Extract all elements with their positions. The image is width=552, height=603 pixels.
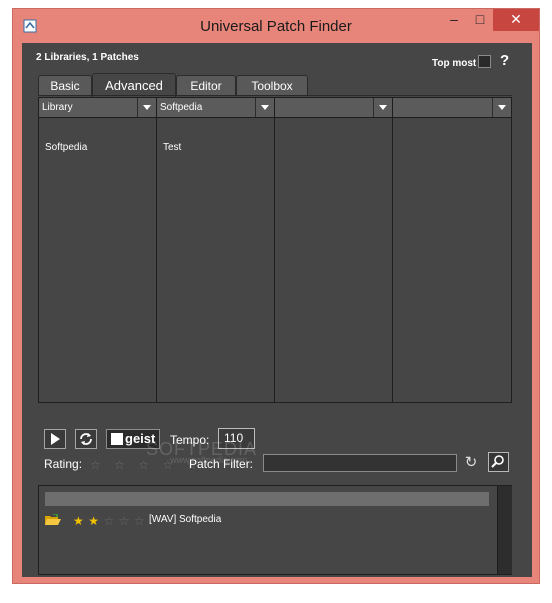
tab-divider <box>38 95 512 96</box>
topmost-checkbox[interactable] <box>478 55 491 68</box>
chevron-down-icon <box>379 105 387 110</box>
star-icon[interactable]: ☆ <box>138 458 149 472</box>
client-area: 2 Libraries, 1 Patches Top most ? Basic … <box>22 43 532 577</box>
close-button[interactable]: ✕ <box>493 9 539 31</box>
column-library: Library Softpedia <box>39 98 157 402</box>
dropdown-button[interactable] <box>492 98 511 117</box>
star-filled-icon: ★ <box>73 514 84 528</box>
tab-editor[interactable]: Editor <box>176 75 236 95</box>
column-header-category[interactable]: Softpedia <box>157 98 274 118</box>
list-item[interactable]: Test <box>163 142 181 153</box>
star-filled-icon: ★ <box>88 514 99 528</box>
tab-toolbox[interactable]: Toolbox <box>236 75 308 95</box>
title-bar[interactable]: Universal Patch Finder – □ ✕ <box>13 9 539 43</box>
search-button[interactable] <box>488 452 509 472</box>
column-category: Softpedia Test <box>157 98 275 402</box>
list-item[interactable]: ★ ★ ☆ ☆ ☆ [WAV] Softpedia <box>39 508 495 528</box>
column-4 <box>393 98 511 402</box>
star-icon[interactable]: ☆ <box>162 458 173 472</box>
result-rating[interactable]: ★ ★ ☆ ☆ ☆ <box>73 512 145 530</box>
tab-advanced[interactable]: Advanced <box>92 73 176 97</box>
chevron-down-icon <box>261 105 269 110</box>
minimize-button[interactable]: – <box>441 9 467 31</box>
search-icon <box>491 455 504 468</box>
maximize-button[interactable]: □ <box>467 9 493 31</box>
topmost-label: Top most <box>432 58 477 69</box>
dropdown-button[interactable] <box>373 98 392 117</box>
column-header-label: Library <box>42 102 73 113</box>
list-item[interactable]: Softpedia <box>45 142 87 153</box>
scrollbar[interactable] <box>497 486 512 574</box>
patch-filter-label: Patch Filter: <box>189 457 254 471</box>
loop-button[interactable] <box>75 429 97 449</box>
star-icon[interactable]: ☆ <box>114 458 125 472</box>
patch-filter-input[interactable] <box>263 454 457 472</box>
column-header-4[interactable] <box>393 98 511 118</box>
star-empty-icon: ☆ <box>118 514 130 528</box>
folder-open-icon <box>45 514 61 525</box>
result-label: [WAV] Softpedia <box>149 514 222 525</box>
results-header-bar <box>45 492 489 506</box>
play-button[interactable] <box>44 429 66 449</box>
loop-icon <box>80 433 92 445</box>
chevron-down-icon <box>143 105 151 110</box>
refresh-icon[interactable]: ↻ <box>463 454 479 472</box>
library-status: 2 Libraries, 1 Patches <box>36 52 139 63</box>
dropdown-button[interactable] <box>137 98 156 117</box>
column-3 <box>275 98 393 402</box>
column-header-3[interactable] <box>275 98 392 118</box>
app-window: Universal Patch Finder – □ ✕ 2 Libraries… <box>12 8 540 584</box>
geist-logo-mark <box>111 433 123 445</box>
dropdown-button[interactable] <box>255 98 274 117</box>
tab-basic[interactable]: Basic <box>38 75 92 95</box>
help-button[interactable]: ? <box>500 52 509 69</box>
chevron-down-icon <box>498 105 506 110</box>
column-header-label: Softpedia <box>160 102 203 113</box>
star-empty-icon: ☆ <box>133 514 145 528</box>
results-list: ★ ★ ☆ ☆ ☆ [WAV] Softpedia <box>38 485 512 575</box>
rating-label: Rating: <box>44 457 83 471</box>
star-icon[interactable]: ☆ <box>90 458 101 472</box>
column-header-library[interactable]: Library <box>39 98 156 118</box>
browser-panel: Library Softpedia Softpedia Test <box>38 97 512 403</box>
star-empty-icon: ☆ <box>103 514 115 528</box>
play-icon <box>51 433 60 445</box>
rating-filter-stars[interactable]: ☆ ☆ ☆ ☆ ☆ <box>90 456 197 474</box>
